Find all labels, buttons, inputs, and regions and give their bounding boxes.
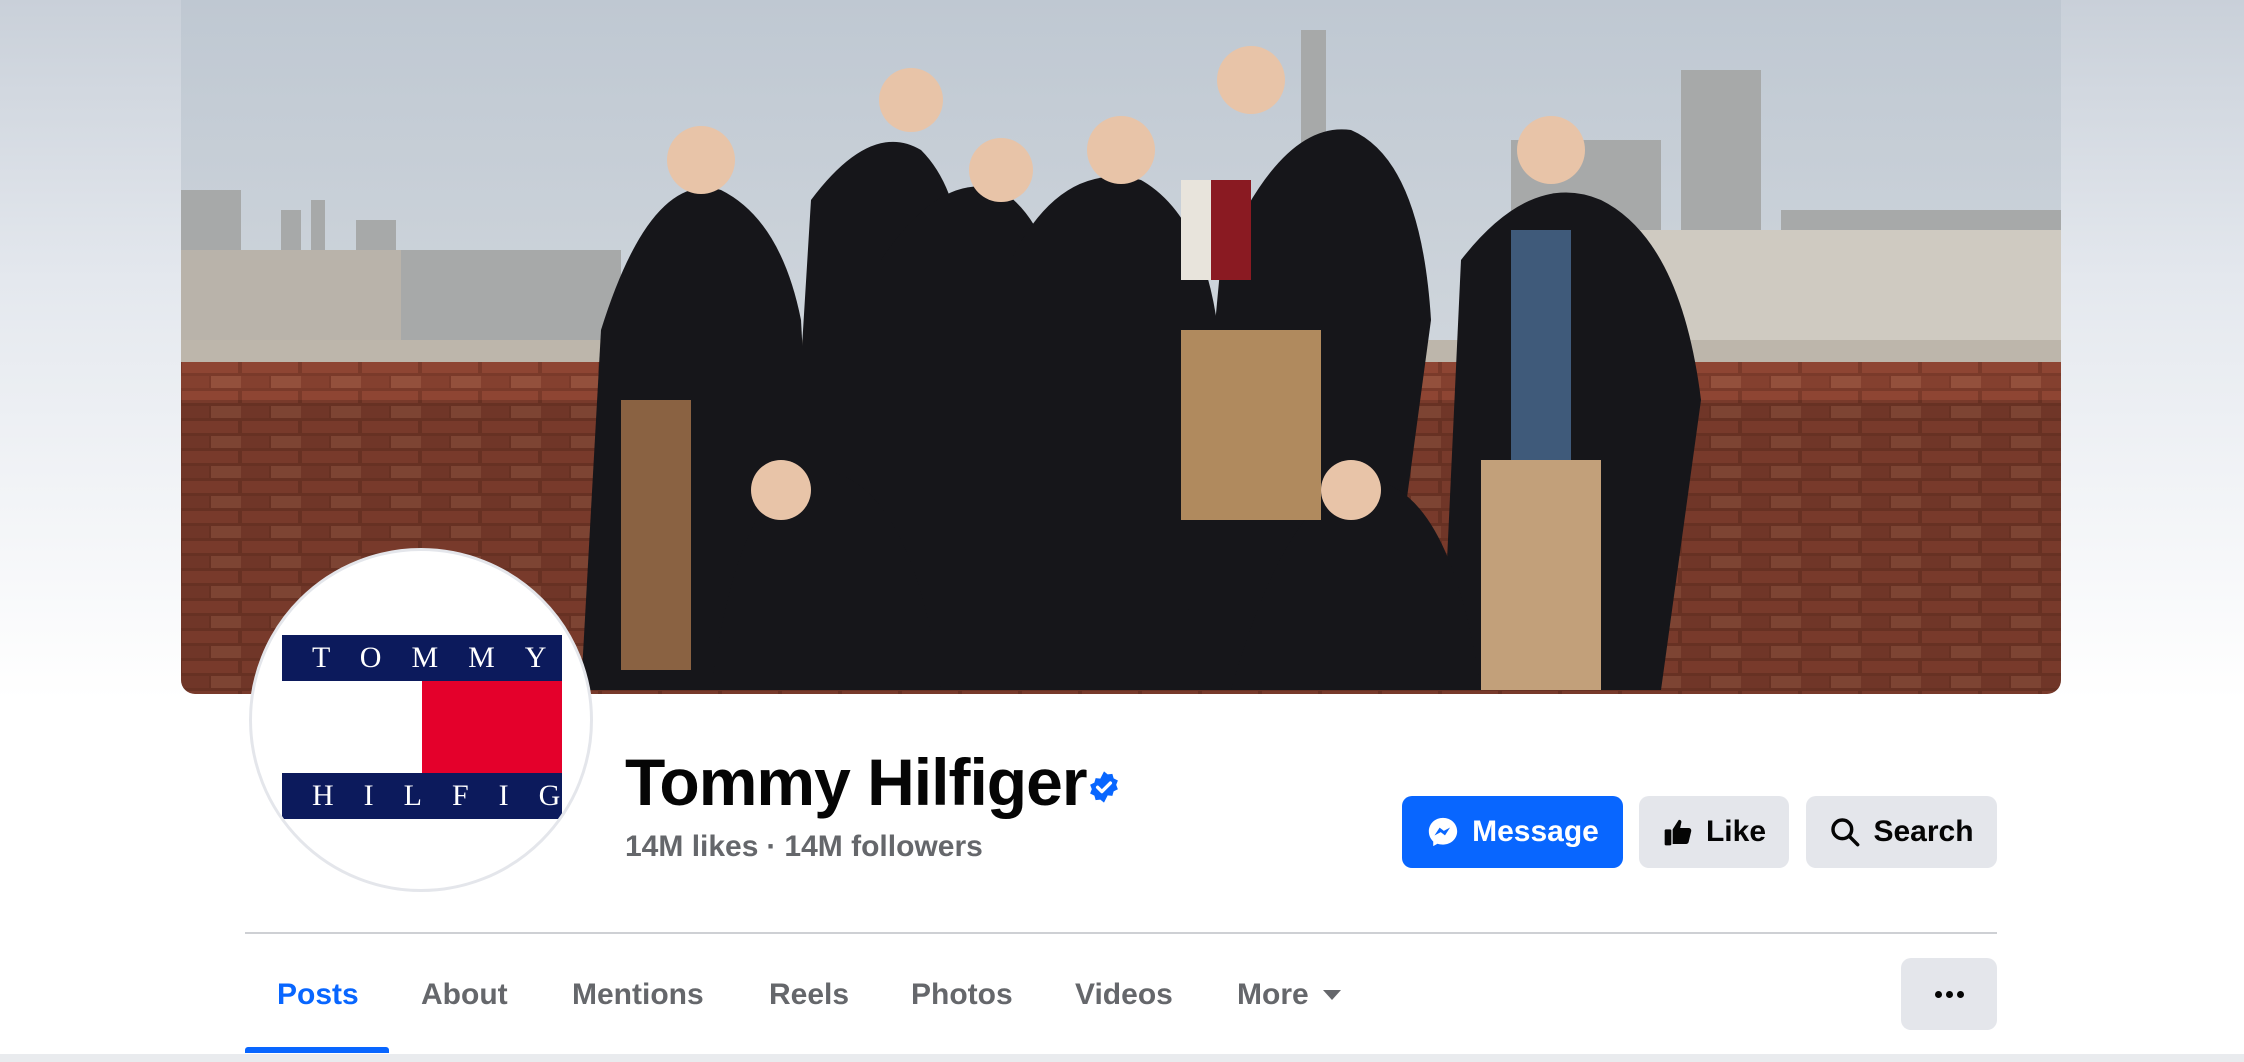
header-divider [245,932,1997,934]
tab-mentions[interactable]: Mentions [572,964,704,1026]
logo-top-band: TOMMY [282,635,562,681]
content-separator [0,1054,2244,1062]
thumbs-up-icon [1662,816,1694,848]
tab-posts[interactable]: Posts [277,964,359,1026]
messenger-icon [1426,815,1460,849]
search-button[interactable]: Search [1806,796,1997,868]
page-stats: 14M likes · 14M followers [625,830,983,864]
tab-about[interactable]: About [421,964,508,1026]
tab-videos[interactable]: Videos [1075,964,1173,1026]
profile-picture[interactable]: TOMMY HILFIGER [249,548,593,892]
message-button[interactable]: Message [1402,796,1623,868]
search-icon [1829,816,1861,848]
stats-separator: · [766,830,777,863]
logo-bottom-band: HILFIGER [282,773,590,819]
search-label: Search [1873,815,1974,848]
verified-badge-icon [1090,771,1118,803]
more-horizontal-icon [1934,990,1942,998]
tab-reels[interactable]: Reels [769,964,849,1026]
logo-red-block [422,681,562,773]
logo-white-block [282,681,422,773]
like-label: Like [1705,815,1767,848]
like-button[interactable]: Like [1639,796,1789,868]
page-title: Tommy Hilfiger [625,745,1088,819]
more-options-button[interactable] [1901,958,1997,1030]
tab-more[interactable]: More [1237,964,1341,1026]
followers-count[interactable]: 14M followers [784,830,982,863]
likes-count[interactable]: 14M likes [625,830,758,863]
caret-down-icon [1322,990,1341,1000]
active-tab-indicator [245,1047,389,1053]
tab-more-label: More [1237,978,1309,1011]
tab-photos[interactable]: Photos [911,964,1013,1026]
message-label: Message [1472,815,1599,848]
